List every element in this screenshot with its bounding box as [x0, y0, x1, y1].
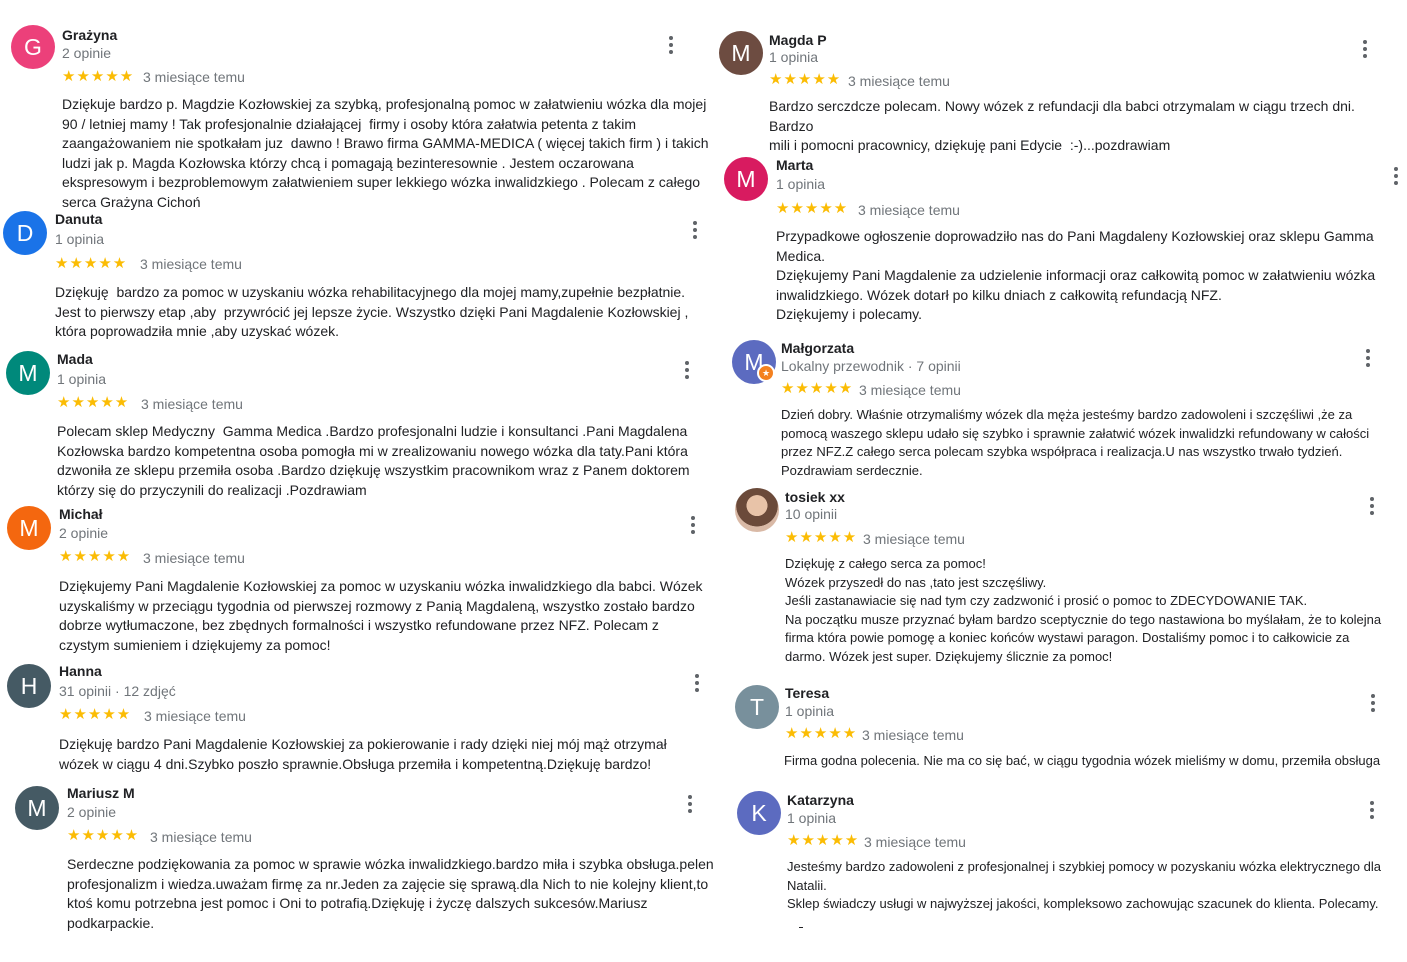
review-text: Dziękujemy Pani Magdalenie Kozłowskiej z…	[59, 578, 703, 653]
reviewer-meta[interactable]: Lokalny przewodnik · 7 opinii	[781, 358, 961, 375]
star-rating: ★★★★★	[776, 200, 849, 217]
reviewer-name[interactable]: Marta	[776, 157, 813, 174]
review-time: 3 miesiące temu	[141, 396, 243, 412]
avatar[interactable]: D	[3, 211, 47, 255]
review-text: Jesteśmy bardzo zadowoleni z profesjonal…	[787, 859, 1381, 912]
more-options-icon[interactable]	[684, 514, 702, 536]
divider	[799, 927, 803, 928]
reviewer-meta[interactable]: 31 opinii · 12 zdjęć	[59, 683, 176, 700]
star-rating: ★★★★★	[59, 706, 132, 723]
reviewer-name[interactable]: Hanna	[59, 663, 102, 680]
star-rating: ★★★★★	[59, 548, 132, 565]
review-time: 3 miesiące temu	[864, 834, 966, 850]
more-options-icon[interactable]	[1387, 165, 1405, 187]
reviewer-meta[interactable]: 2 opinie	[59, 525, 108, 542]
review-time: 3 miesiące temu	[848, 73, 950, 89]
reviewer-name[interactable]: Małgorzata	[781, 340, 854, 357]
review-text: Dziękuję z całego serca za pomoc! Wózek …	[785, 556, 1382, 664]
review-text: Serdeczne podziękowania za pomoc w spraw…	[67, 856, 714, 931]
more-options-icon[interactable]	[688, 672, 706, 694]
more-options-icon[interactable]	[662, 34, 680, 56]
more-options-icon[interactable]	[686, 219, 704, 241]
more-options-icon[interactable]	[1363, 495, 1381, 517]
avatar[interactable]: T	[735, 685, 779, 729]
reviewer-meta[interactable]: 1 opinia	[776, 176, 825, 193]
reviewer-meta[interactable]: 2 opinie	[62, 45, 111, 62]
avatar[interactable]: M	[719, 31, 763, 75]
local-guide-badge-icon: ★	[757, 364, 775, 382]
review-time: 3 miesiące temu	[140, 256, 242, 272]
review-time: 3 miesiące temu	[863, 531, 965, 547]
reviewer-meta[interactable]: 1 opinia	[769, 49, 818, 66]
review-time: 3 miesiące temu	[143, 550, 245, 566]
more-options-icon[interactable]	[1363, 799, 1381, 821]
reviewer-name[interactable]: Michał	[59, 506, 103, 523]
review-text: Bardzo serczdcze polecam. Nowy wózek z r…	[769, 98, 1355, 153]
star-rating: ★★★★★	[781, 380, 854, 397]
avatar-photo[interactable]	[735, 488, 779, 532]
reviewer-name[interactable]: Magda P	[769, 32, 827, 49]
star-rating: ★★★★★	[769, 71, 842, 88]
reviewer-name[interactable]: Katarzyna	[787, 792, 854, 809]
more-options-icon[interactable]	[678, 359, 696, 381]
review-time: 3 miesiące temu	[862, 727, 964, 743]
more-options-icon[interactable]	[1364, 692, 1382, 714]
review-text: Polecam sklep Medyczny Gamma Medica .Bar…	[57, 423, 690, 498]
star-rating: ★★★★★	[62, 68, 135, 85]
reviewer-name[interactable]: Grażyna	[62, 27, 117, 44]
review-time: 3 miesiące temu	[150, 829, 252, 845]
more-options-icon[interactable]	[1356, 38, 1374, 60]
star-rating: ★★★★★	[67, 827, 140, 844]
star-rating: ★★★★★	[785, 725, 858, 742]
review-text: Firma godna polecenia. Nie ma co się bać…	[784, 753, 1381, 768]
review-text: Dzień dobry. Właśnie otrzymaliśmy wózek …	[781, 407, 1370, 478]
reviewer-name[interactable]: Teresa	[785, 685, 829, 702]
reviewer-name[interactable]: tosiek xx	[785, 489, 845, 506]
avatar[interactable]: M	[15, 786, 59, 830]
more-options-icon[interactable]	[681, 793, 699, 815]
review-text: Dziękuję bardzo Pani Magdalenie Kozłowsk…	[59, 736, 667, 772]
review-time: 3 miesiące temu	[858, 202, 960, 218]
star-rating: ★★★★★	[785, 529, 858, 546]
star-rating: ★★★★★	[787, 832, 860, 849]
avatar[interactable]: G	[11, 25, 55, 69]
reviewer-name[interactable]: Danuta	[55, 211, 102, 228]
star-rating: ★★★★★	[57, 394, 130, 411]
more-options-icon[interactable]	[1359, 347, 1377, 369]
review-time: 3 miesiące temu	[144, 708, 246, 724]
reviewer-name[interactable]: Mariusz M	[67, 785, 135, 802]
review-time: 3 miesiące temu	[143, 69, 245, 85]
avatar[interactable]: M	[6, 351, 50, 395]
review-text: Dziękuje bardzo p. Magdzie Kozłowskiej z…	[62, 96, 709, 210]
avatar[interactable]: M	[7, 506, 51, 550]
reviewer-meta[interactable]: 1 opinia	[785, 703, 834, 720]
reviewer-meta[interactable]: 2 opinie	[67, 804, 116, 821]
reviewer-name[interactable]: Mada	[57, 351, 93, 368]
review-text: Przypadkowe ogłoszenie doprowadziło nas …	[776, 228, 1376, 322]
review-time: 3 miesiące temu	[859, 382, 961, 398]
reviewer-meta[interactable]: 1 opinia	[55, 231, 104, 248]
reviewer-meta[interactable]: 1 opinia	[787, 810, 836, 827]
reviewer-meta[interactable]: 1 opinia	[57, 371, 106, 388]
avatar[interactable]: K	[737, 791, 781, 835]
avatar[interactable]: M	[724, 157, 768, 201]
star-rating: ★★★★★	[55, 255, 128, 272]
review-text: Dziękuję bardzo za pomoc w uzyskaniu wóz…	[55, 284, 689, 339]
reviewer-meta[interactable]: 10 opinii	[785, 506, 837, 523]
avatar[interactable]: H	[7, 664, 51, 708]
